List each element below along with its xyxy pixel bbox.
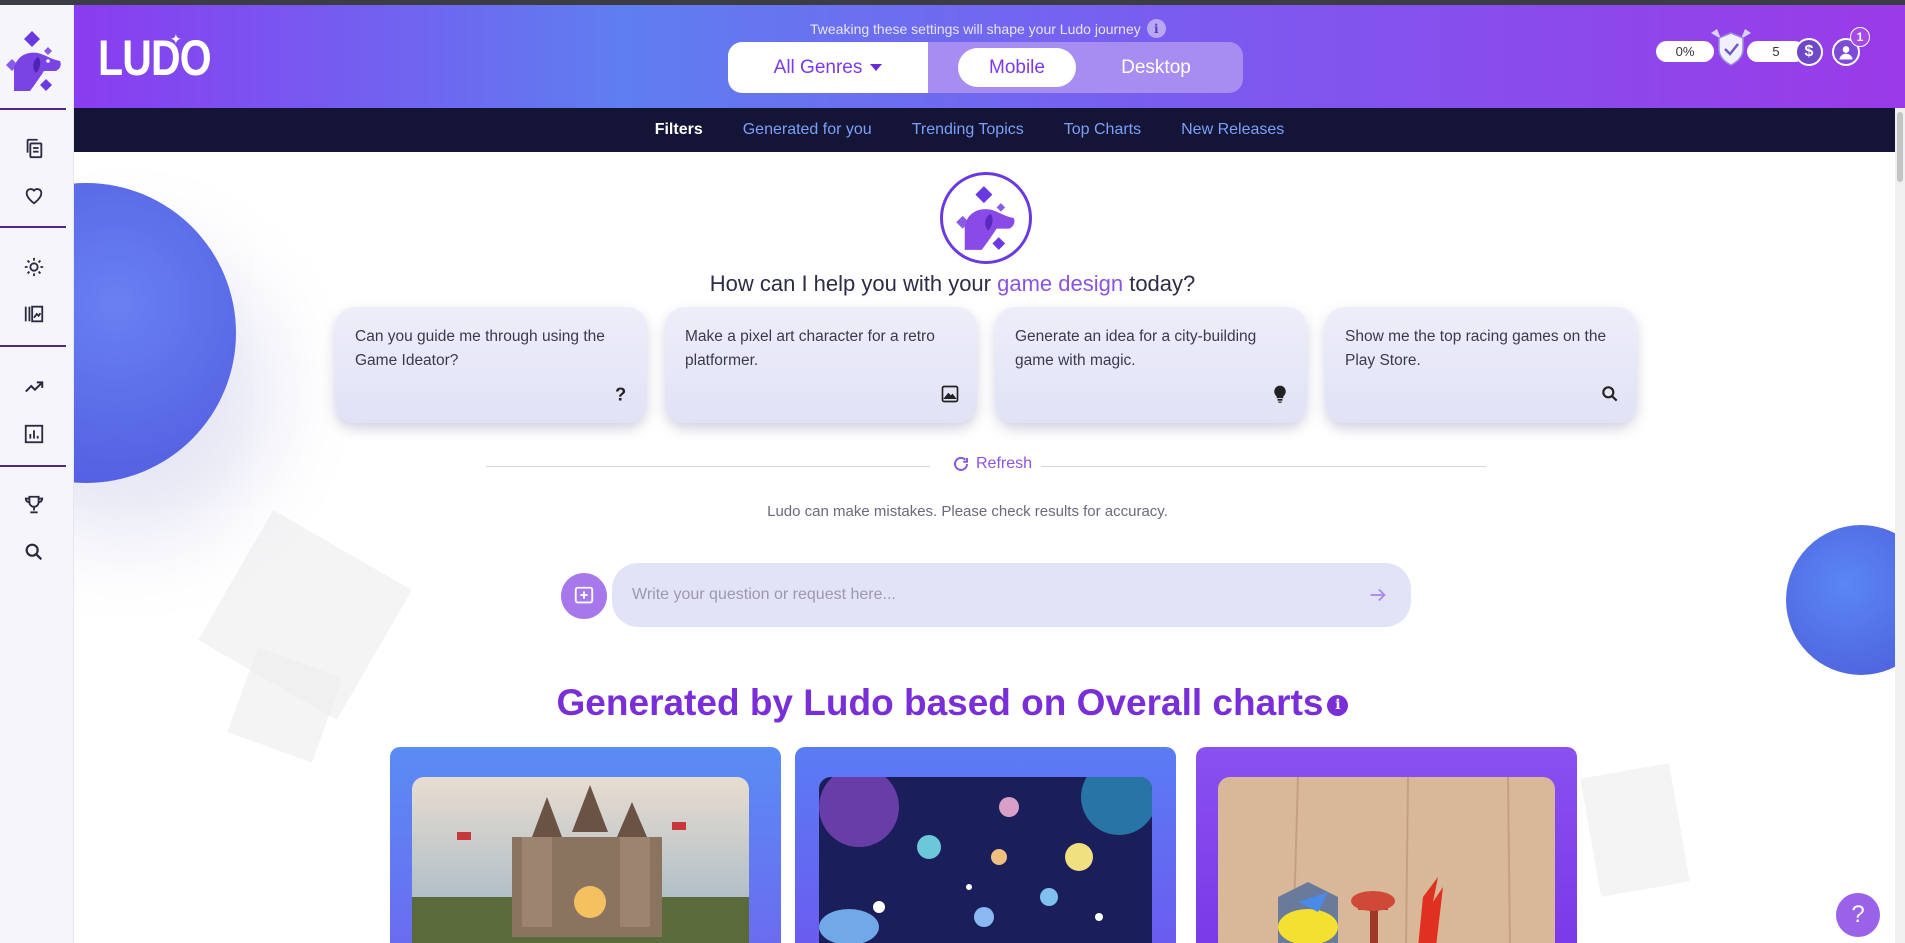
bar-chart-icon[interactable] — [19, 419, 49, 449]
currency-coin-icon: $ — [1795, 38, 1823, 66]
genre-dropdown[interactable]: All Genres — [728, 42, 928, 93]
section-title-text: Generated by Ludo based on Overall chart… — [556, 682, 1324, 723]
nav-generated-for-you[interactable]: Generated for you — [743, 121, 872, 139]
suggestion-card[interactable]: Generate an idea for a city-building gam… — [995, 307, 1307, 423]
refresh-label: Refresh — [976, 455, 1033, 472]
greeting-heading: How can I help you with your game design… — [0, 271, 1905, 297]
help-button[interactable]: ? — [1836, 893, 1880, 937]
progress-value: 0% — [1675, 44, 1695, 59]
game-card[interactable] — [1196, 747, 1577, 943]
search-icon — [1599, 383, 1621, 405]
notification-badge[interactable]: 1 — [1850, 27, 1870, 47]
scrollbar-thumb[interactable] — [1897, 112, 1903, 182]
nav-new-releases[interactable]: New Releases — [1181, 121, 1284, 139]
info-icon[interactable]: i — [1327, 694, 1349, 716]
settings-notice-text: Tweaking these settings will shape your … — [810, 20, 1141, 37]
question-icon: ? — [609, 383, 631, 405]
game-card[interactable] — [390, 747, 781, 943]
info-icon[interactable]: i — [1146, 19, 1166, 38]
greeting-prefix: How can I help you with your — [709, 271, 998, 296]
platform-desktop-button[interactable]: Desktop — [1086, 48, 1226, 87]
trophy-icon[interactable] — [19, 490, 49, 520]
svg-text:?: ? — [615, 384, 626, 404]
image-icon — [939, 383, 961, 405]
ludo-mascot-avatar — [940, 172, 1032, 264]
decor-blob-right — [1786, 525, 1905, 675]
section-title: Generated by Ludo based on Overall chart… — [0, 682, 1905, 724]
divider-line — [486, 466, 930, 467]
suggestion-text: Show me the top racing games on the Play… — [1345, 328, 1607, 369]
sidebar-divider — [0, 108, 66, 110]
library-icon[interactable] — [19, 299, 49, 329]
game-thumbnail-space — [819, 777, 1152, 943]
platform-mobile-button[interactable]: Mobile — [958, 48, 1076, 87]
progress-pill[interactable]: 0% — [1656, 41, 1714, 62]
sidebar — [0, 5, 74, 943]
add-prompt-button[interactable] — [561, 573, 607, 619]
suggestion-text: Generate an idea for a city-building gam… — [1015, 328, 1257, 369]
lightbulb-icon — [1269, 383, 1291, 405]
top-nav: Filters Generated for you Trending Topic… — [74, 108, 1905, 152]
game-thumbnail-ludo-pieces — [1218, 777, 1555, 943]
ludo-dog-logo-icon[interactable] — [4, 29, 64, 93]
suggestion-text: Make a pixel art character for a retro p… — [685, 328, 935, 369]
ludo-dog-logo-icon — [956, 186, 1015, 250]
divider-line — [1041, 466, 1486, 467]
refresh-button[interactable]: Refresh — [948, 455, 1037, 473]
prompt-input[interactable] — [632, 563, 1332, 627]
nav-top-charts[interactable]: Top Charts — [1064, 121, 1141, 139]
refresh-icon — [954, 457, 968, 471]
genre-platform-selector: All Genres Mobile Desktop — [728, 42, 1243, 93]
sidebar-divider — [0, 345, 66, 347]
search-icon[interactable] — [19, 537, 49, 567]
suggestion-card[interactable]: Can you guide me through using the Game … — [335, 307, 647, 423]
platform-toggle: Mobile Desktop — [928, 42, 1243, 93]
send-arrow-icon[interactable] — [1367, 584, 1389, 606]
brand-logo[interactable]: LUDO — [98, 29, 212, 87]
accuracy-disclaimer: Ludo can make mistakes. Please check res… — [767, 503, 1168, 520]
suggestion-cards: Can you guide me through using the Game … — [335, 307, 1637, 423]
add-message-icon — [574, 586, 594, 604]
caret-down-icon — [870, 64, 883, 71]
nav-filters[interactable]: Filters — [655, 121, 703, 139]
decor-shape — [1580, 763, 1690, 897]
page-scrollbar[interactable] — [1895, 108, 1905, 943]
greeting-highlight: game design — [997, 271, 1124, 296]
suggestion-card[interactable]: Show me the top racing games on the Play… — [1325, 307, 1637, 423]
copy-icon[interactable] — [19, 133, 49, 163]
game-card[interactable] — [795, 747, 1176, 943]
trending-icon[interactable] — [19, 372, 49, 402]
heart-icon[interactable] — [19, 180, 49, 210]
coins-value: 5 — [1772, 44, 1780, 59]
header: LUDO ✦ Tweaking these settings will shap… — [74, 5, 1905, 108]
help-icon: ? — [1851, 901, 1865, 928]
sidebar-divider — [0, 226, 66, 228]
settings-notice: Tweaking these settings will shape your … — [810, 19, 1166, 38]
refresh-row: Refresh — [486, 455, 1486, 477]
nav-trending-topics[interactable]: Trending Topics — [912, 121, 1024, 139]
sidebar-divider — [0, 465, 66, 467]
suggestion-card[interactable]: Make a pixel art character for a retro p… — [665, 307, 977, 423]
greeting-suffix: today? — [1123, 271, 1196, 296]
sparkle-icon: ✦ — [170, 31, 182, 47]
game-thumbnail-castle — [412, 777, 749, 943]
genre-dropdown-label: All Genres — [773, 56, 863, 78]
prompt-box — [612, 563, 1411, 627]
lightbulb-icon[interactable] — [19, 252, 49, 282]
suggestion-text: Can you guide me through using the Game … — [355, 328, 605, 369]
